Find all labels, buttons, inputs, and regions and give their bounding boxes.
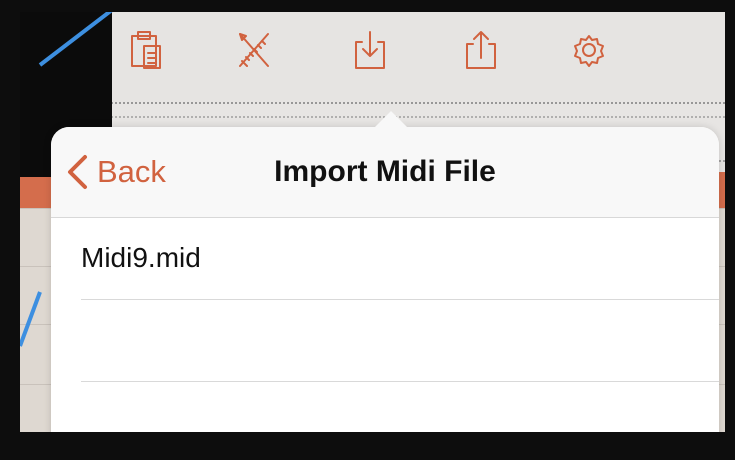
popover-header: Back Import Midi File: [51, 127, 719, 218]
file-name: Midi9.mid: [81, 242, 201, 273]
file-list: Midi9.mid: [51, 218, 719, 432]
frame-right: [725, 0, 735, 460]
file-row[interactable]: Midi9.mid: [81, 218, 719, 300]
import-midi-popover: Back Import Midi File Midi9.mid: [51, 111, 719, 432]
frame-bottom: [0, 432, 735, 460]
app-screen: Back Import Midi File Midi9.mid: [20, 12, 725, 432]
file-row[interactable]: [81, 382, 719, 432]
frame-left: [0, 0, 20, 460]
popover-arrow: [374, 111, 408, 128]
popover-title: Import Midi File: [274, 155, 496, 188]
file-row[interactable]: [81, 300, 719, 382]
frame-top: [0, 0, 735, 12]
